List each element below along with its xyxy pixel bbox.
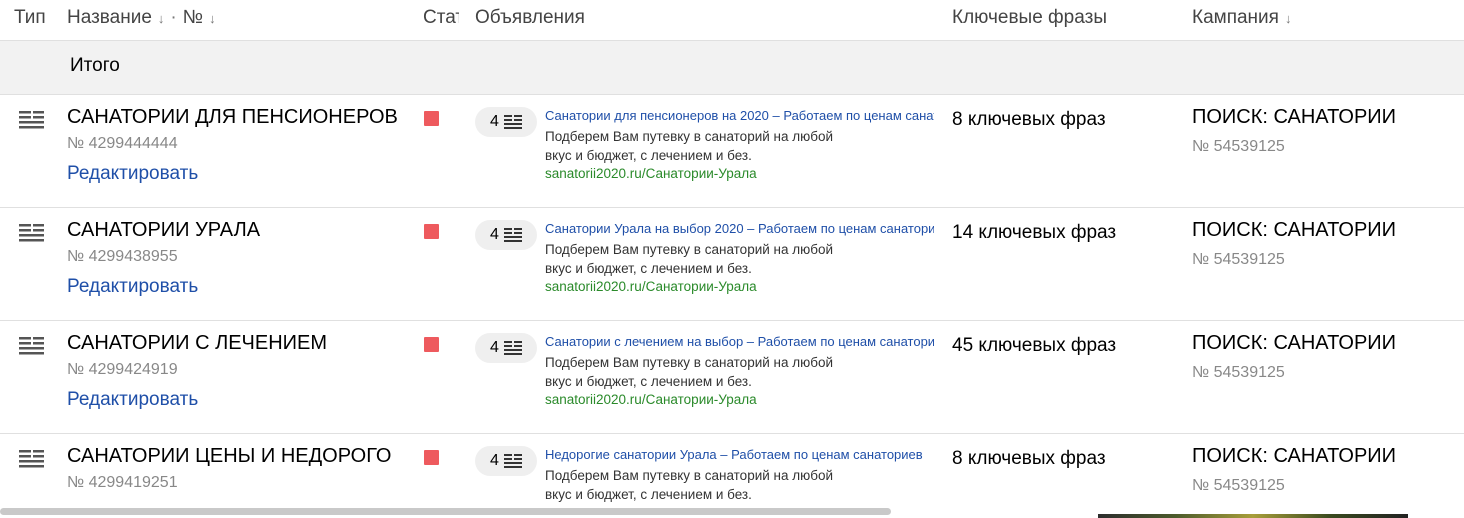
ad-url: sanatorii2020.ru/Санатории-Урала: [545, 166, 757, 181]
ad-count-pill[interactable]: 4: [475, 107, 537, 137]
table-row: САНАТОРИИ С ЛЕЧЕНИЕМ № 4299424919 Редакт…: [0, 321, 1464, 434]
header-keywords[interactable]: Ключевые фразы: [952, 7, 1107, 29]
header-status[interactable]: Стат: [423, 7, 459, 29]
sort-arrow-icon[interactable]: ↓: [209, 11, 216, 26]
sort-arrow-icon[interactable]: ↓: [1285, 11, 1292, 26]
partial-image: [1098, 514, 1408, 518]
group-name[interactable]: САНАТОРИИ УРАЛА: [67, 219, 260, 242]
total-row: Итого: [0, 41, 1464, 95]
status-indicator: [424, 111, 439, 126]
ad-url: sanatorii2020.ru/Санатории-Урала: [545, 392, 757, 407]
keywords-count[interactable]: 14 ключевых фраз: [952, 222, 1116, 244]
status-indicator: [424, 337, 439, 352]
group-name[interactable]: САНАТОРИИ С ЛЕЧЕНИЕМ: [67, 332, 327, 355]
header-campaign[interactable]: Кампания ↓: [1192, 7, 1291, 29]
ads-icon: [503, 453, 522, 468]
status-indicator: [424, 224, 439, 239]
campaign-number: № 54539125: [1192, 138, 1285, 155]
campaign-name[interactable]: ПОИСК: САНАТОРИИ: [1192, 106, 1396, 129]
edit-link[interactable]: Редактировать: [67, 163, 198, 185]
keywords-count[interactable]: 8 ключевых фраз: [952, 448, 1106, 470]
ad-text: Подберем Вам путевку в санаторий на любо…: [545, 242, 834, 276]
table-header: Тип Название↓·№↓ Стат Объявления Ключевы…: [0, 0, 1464, 41]
ad-count-pill[interactable]: 4: [475, 220, 537, 250]
campaign-name[interactable]: ПОИСК: САНАТОРИИ: [1192, 332, 1396, 355]
horizontal-scrollbar[interactable]: [0, 508, 891, 515]
campaign-name[interactable]: ПОИСК: САНАТОРИИ: [1192, 219, 1396, 242]
ad-count-pill[interactable]: 4: [475, 446, 537, 476]
table-row: САНАТОРИИ ЦЕНЫ И НЕДОРОГО № 4299419251 4…: [0, 434, 1464, 518]
text-ad-group-icon: [19, 450, 44, 468]
ads-icon: [503, 340, 522, 355]
group-name[interactable]: САНАТОРИИ ЦЕНЫ И НЕДОРОГО: [67, 445, 391, 468]
separator-dot: ·: [170, 7, 177, 28]
text-ad-group-icon: [19, 224, 44, 242]
keywords-count[interactable]: 45 ключевых фраз: [952, 335, 1116, 357]
group-number: № 4299444444: [67, 135, 178, 152]
campaign-number: № 54539125: [1192, 251, 1285, 268]
header-type: Тип: [14, 7, 46, 28]
sort-arrow-icon[interactable]: ↓: [158, 11, 165, 26]
ad-url: sanatorii2020.ru/Санатории-Урала: [545, 279, 757, 294]
group-number: № 4299419251: [67, 474, 178, 491]
header-name[interactable]: Название ↓ · № ↓: [67, 7, 216, 29]
keywords-count[interactable]: 8 ключевых фраз: [952, 109, 1106, 131]
edit-link[interactable]: Редактировать: [67, 276, 198, 298]
campaign-number: № 54539125: [1192, 364, 1285, 381]
ad-title-link[interactable]: Недорогие санатории Урала – Работаем по …: [545, 447, 934, 462]
text-ad-group-icon: [19, 111, 44, 129]
ad-text: Подберем Вам путевку в санаторий на любо…: [545, 355, 834, 389]
table-row: САНАТОРИИ ДЛЯ ПЕНСИОНЕРОВ № 4299444444 Р…: [0, 95, 1464, 208]
edit-link[interactable]: Редактировать: [67, 389, 198, 411]
table-row: САНАТОРИИ УРАЛА № 4299438955 Редактирова…: [0, 208, 1464, 321]
ad-text: Подберем Вам путевку в санаторий на любо…: [545, 129, 834, 163]
group-name[interactable]: САНАТОРИИ ДЛЯ ПЕНСИОНЕРОВ: [67, 106, 398, 129]
text-ad-group-icon: [19, 337, 44, 355]
ad-title-link[interactable]: Санатории для пенсионеров на 2020 – Рабо…: [545, 108, 934, 123]
ad-count-pill[interactable]: 4: [475, 333, 537, 363]
ads-icon: [503, 114, 522, 129]
ad-title-link[interactable]: Санатории Урала на выбор 2020 – Работаем…: [545, 221, 934, 236]
status-indicator: [424, 450, 439, 465]
group-number: № 4299424919: [67, 361, 178, 378]
ads-icon: [503, 227, 522, 242]
campaign-number: № 54539125: [1192, 477, 1285, 494]
total-label: Итого: [70, 55, 120, 76]
campaign-name[interactable]: ПОИСК: САНАТОРИИ: [1192, 445, 1396, 468]
ad-title-link[interactable]: Санатории с лечением на выбор – Работаем…: [545, 334, 934, 349]
group-number: № 4299438955: [67, 248, 178, 265]
header-ads[interactable]: Объявления: [475, 7, 585, 29]
ad-text: Подберем Вам путевку в санаторий на любо…: [545, 468, 834, 502]
